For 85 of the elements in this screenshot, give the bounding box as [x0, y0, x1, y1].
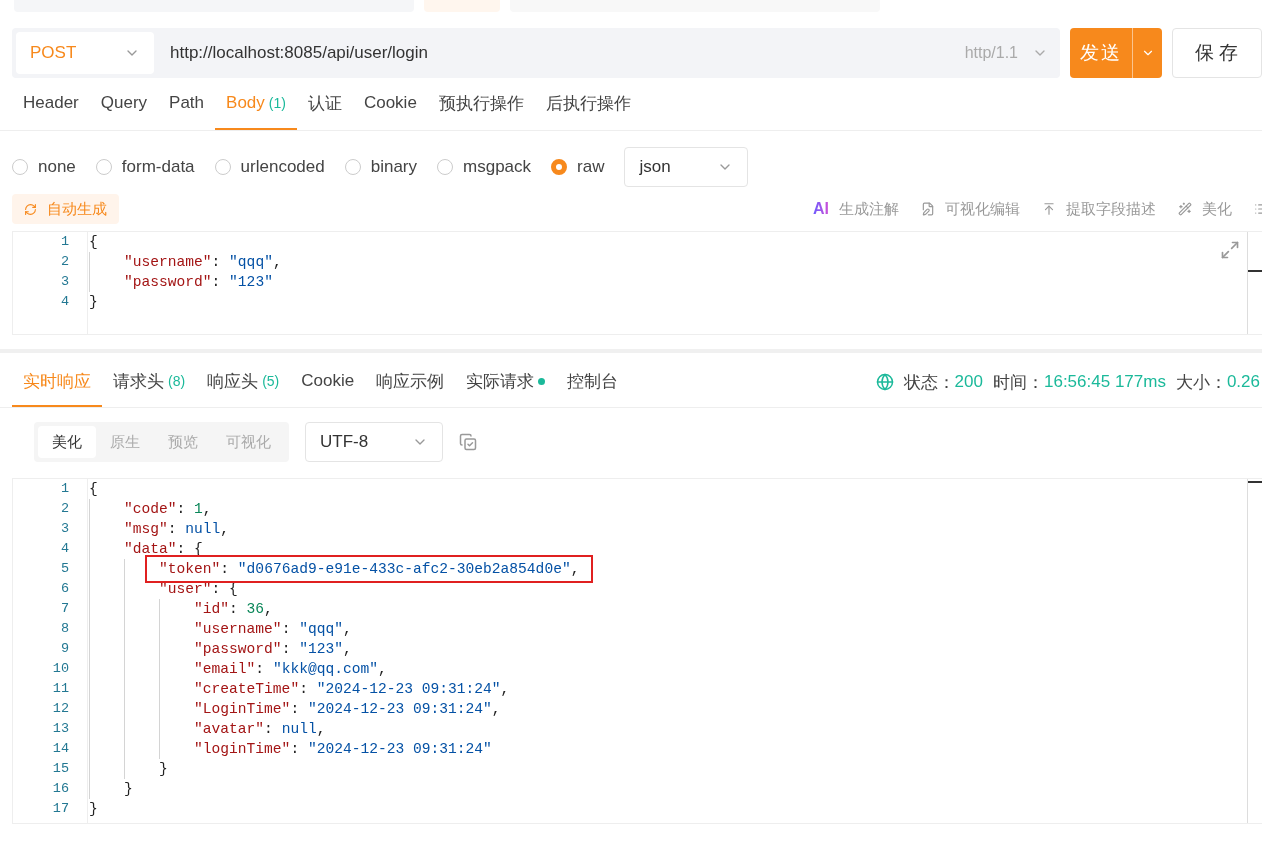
code-line: }: [89, 293, 98, 312]
code-line: }: [159, 760, 168, 779]
format-select[interactable]: json: [624, 147, 749, 187]
line-number: 5: [59, 560, 70, 578]
request-tab[interactable]: Path: [158, 78, 216, 130]
request-tab[interactable]: 认证: [296, 78, 353, 130]
code-line: }: [124, 780, 133, 799]
radio-button[interactable]: [95, 159, 112, 175]
line-number: 13: [51, 720, 70, 738]
line-number: 14: [51, 740, 70, 758]
save-button[interactable]: 保 存: [1172, 28, 1262, 78]
line-number: 4: [59, 293, 70, 311]
line-number: 3: [59, 520, 70, 538]
code-line: "email": "kkk@qq.com",: [194, 660, 387, 679]
request-tab[interactable]: 预执行操作: [427, 78, 535, 130]
radio-button[interactable]: [344, 159, 361, 175]
code-line: "username": "qqq",: [124, 253, 282, 272]
radio-button[interactable]: [437, 159, 453, 175]
edit-icon: [921, 202, 935, 216]
code-line: "code": 1,: [124, 500, 212, 519]
response-tab[interactable]: Cookie: [290, 357, 366, 407]
code-line: "username": "qqq",: [194, 620, 352, 639]
line-number: 7: [59, 600, 70, 618]
code-line: "password": "123",: [194, 640, 352, 659]
request-tab[interactable]: Query: [89, 78, 159, 130]
code-line: }: [89, 800, 98, 819]
encoding-select[interactable]: UTF-8: [305, 422, 443, 462]
radio-label: none: [38, 157, 76, 177]
line-number: 3: [59, 273, 70, 291]
request-body-editor[interactable]: 1 2 3 4 { "username": "qqq", "password": "123" }: [12, 231, 1262, 335]
expand-icon[interactable]: [1220, 240, 1240, 260]
code-line: "token": "d0676ad9-e91e-433c-afc2-30eb2a854d0e",: [159, 561, 580, 577]
line-number: 2: [59, 500, 70, 518]
line-number: 1: [59, 233, 70, 251]
response-tab[interactable]: 响应头 (5): [196, 357, 291, 407]
code-line: {: [89, 233, 98, 252]
radio-label: msgpack: [463, 157, 532, 177]
code-line: "loginTime": "2024-12-23 09:31:24": [194, 740, 492, 759]
radio-button[interactable]: [214, 159, 231, 175]
tool-button[interactable]: AI 生成注解: [813, 199, 899, 219]
radio-button[interactable]: [551, 159, 568, 175]
radio-label: urlencoded: [240, 157, 325, 177]
line-number: 15: [51, 760, 70, 778]
status-label: 状态：: [903, 371, 955, 394]
status-label: 大小：: [1175, 371, 1227, 394]
line-number: 11: [51, 680, 70, 698]
code-line: "createTime": "2024-12-23 09:31:24",: [194, 680, 510, 699]
response-tab[interactable]: 控制台: [556, 357, 630, 407]
line-number: 12: [51, 700, 70, 718]
response-tab[interactable]: 响应示例: [365, 357, 456, 407]
response-tab[interactable]: 实际请求: [455, 357, 557, 407]
status-value: 200: [954, 372, 983, 392]
radio-label: binary: [370, 157, 417, 177]
url-field[interactable]: http://localhost:8085/api/user/login: [154, 43, 965, 63]
line-number: 1: [59, 480, 70, 498]
status-value: 0.26: [1226, 372, 1260, 392]
radio-label: form-data: [121, 157, 195, 177]
radio-label: raw: [577, 157, 605, 177]
copy-icon[interactable]: [459, 433, 477, 451]
request-tab[interactable]: 后执行操作: [534, 78, 642, 130]
upload-icon: [1042, 202, 1056, 216]
radio-button[interactable]: [12, 159, 28, 175]
view-mode-tab[interactable]: 美化: [38, 426, 96, 458]
status-value: 16:56:45 177ms: [1044, 372, 1166, 392]
line-number: 2: [59, 253, 70, 271]
code-line: "password": "123": [124, 273, 273, 292]
request-tab[interactable]: Header: [12, 78, 90, 130]
status-label: 时间：: [993, 371, 1044, 394]
line-number: 17: [51, 800, 70, 818]
response-tab[interactable]: 请求头 (8): [102, 357, 197, 407]
line-number: 4: [59, 540, 70, 558]
code-line: "msg": null,: [124, 520, 230, 539]
line-number: 8: [59, 620, 70, 638]
code-line: "avatar": null,: [194, 720, 326, 739]
code-line: "id": 36,: [194, 600, 273, 619]
line-number: 6: [59, 580, 70, 598]
wand-icon: [1178, 202, 1192, 216]
line-number: 9: [59, 640, 70, 658]
code-line: {: [89, 480, 98, 499]
globe-icon: [875, 373, 894, 391]
code-line: "LoginTime": "2024-12-23 09:31:24",: [194, 700, 501, 719]
request-tab[interactable]: Cookie: [352, 78, 428, 130]
line-number: 10: [51, 660, 70, 678]
refresh-icon: [24, 202, 37, 216]
line-number: 16: [51, 780, 70, 798]
